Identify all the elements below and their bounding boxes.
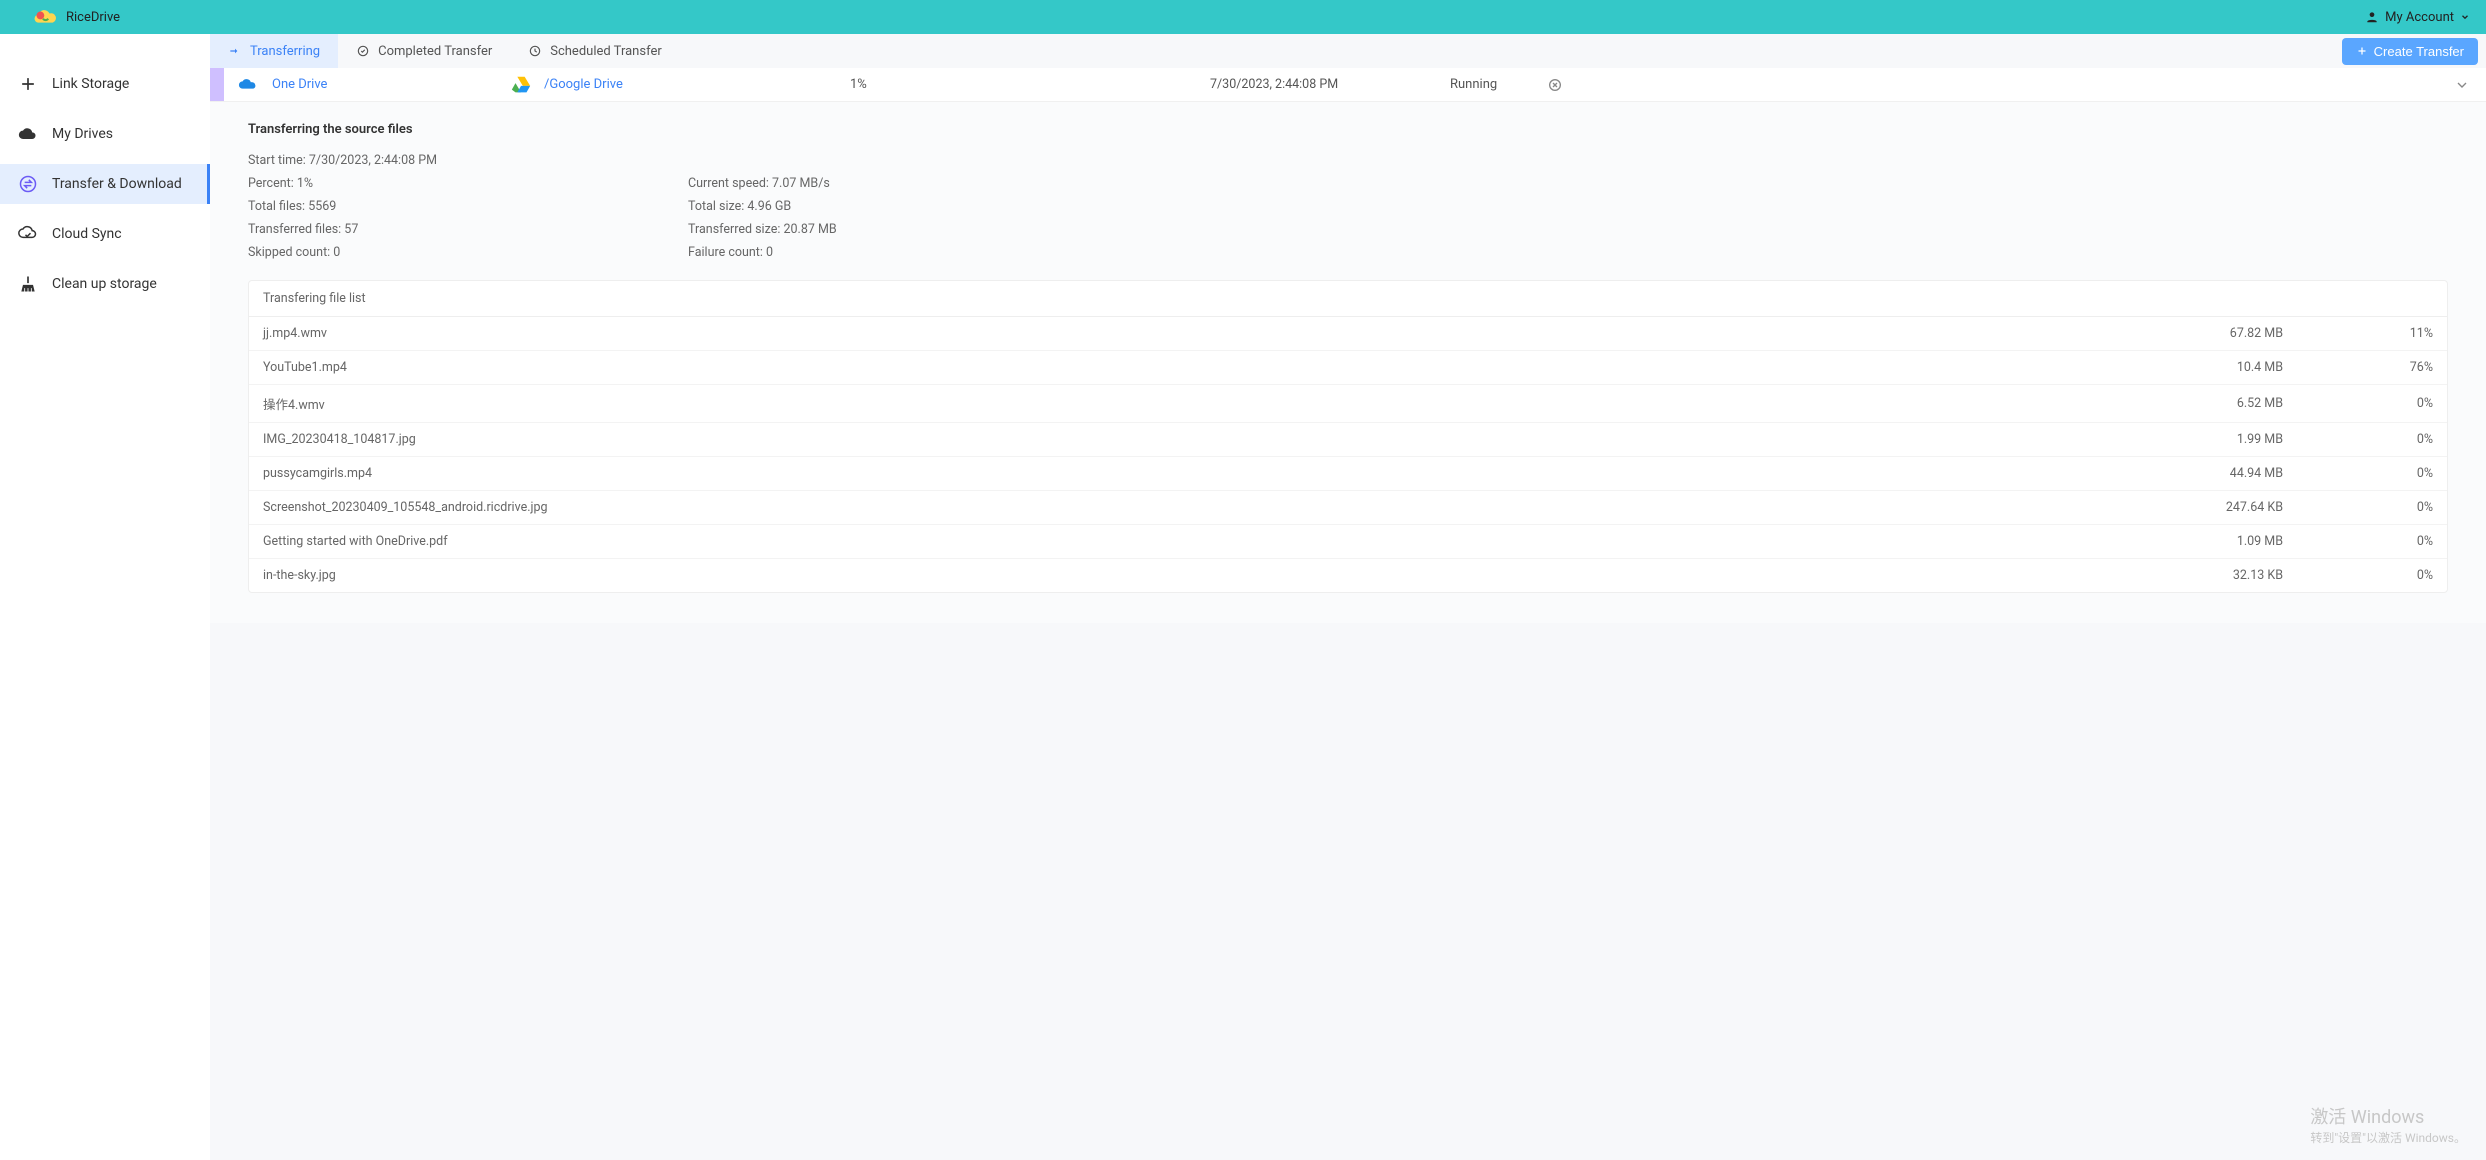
account-label: My Account: [2385, 10, 2454, 25]
file-name: jj.mp4.wmv: [263, 326, 2193, 341]
file-row: IMG_20230418_104817.jpg1.99 MB0%: [249, 423, 2447, 457]
destination-label: /Google Drive: [544, 77, 623, 92]
transfer-time: 7/30/2023, 2:44:08 PM: [1210, 77, 1450, 92]
google-drive-icon: [510, 74, 532, 96]
user-icon: [2365, 10, 2379, 24]
stat-total-size: Total size: 4.96 GB: [688, 199, 2448, 214]
brand: RiceDrive: [30, 7, 120, 27]
file-row: in-the-sky.jpg32.13 KB0%: [249, 559, 2447, 592]
transfer-status: Running: [1450, 77, 1540, 92]
chevron-down-icon: [2454, 77, 2470, 93]
source-label: One Drive: [272, 77, 327, 92]
transfer-percent: 1%: [850, 77, 1210, 92]
cloud-icon: [18, 124, 38, 144]
tab-label: Transferring: [250, 44, 320, 59]
file-row: YouTube1.mp410.4 MB76%: [249, 351, 2447, 385]
sidebar-item-label: Transfer & Download: [52, 176, 182, 192]
file-size: 32.13 KB: [2193, 568, 2363, 583]
sidebar-item-link-storage[interactable]: Link Storage: [0, 64, 210, 104]
file-name: YouTube1.mp4: [263, 360, 2193, 375]
file-percent: 76%: [2363, 360, 2433, 375]
file-name: IMG_20230418_104817.jpg: [263, 432, 2193, 447]
file-size: 6.52 MB: [2193, 396, 2363, 411]
file-name: pussycamgirls.mp4: [263, 466, 2193, 481]
file-name: in-the-sky.jpg: [263, 568, 2193, 583]
file-percent: 0%: [2363, 568, 2433, 583]
sidebar: Link Storage My Drives Transfer & Downlo…: [0, 34, 210, 1160]
file-percent: 0%: [2363, 432, 2433, 447]
transfer-source: One Drive: [210, 74, 510, 96]
file-list: Transfering file list jj.mp4.wmv67.82 MB…: [248, 280, 2448, 593]
clock-icon: [528, 44, 542, 58]
broom-icon: [18, 274, 38, 294]
file-row: Getting started with OneDrive.pdf1.09 MB…: [249, 525, 2447, 559]
file-size: 1.99 MB: [2193, 432, 2363, 447]
chevron-down-icon: [2460, 12, 2470, 22]
transfer-task-row[interactable]: One Drive /Google Drive 1% 7/30/2023, 2:…: [210, 68, 2486, 102]
stat-failure: Failure count: 0: [688, 245, 2448, 260]
file-size: 10.4 MB: [2193, 360, 2363, 375]
file-list-header: Transfering file list: [249, 281, 2447, 317]
file-size: 44.94 MB: [2193, 466, 2363, 481]
arrow-right-icon: [228, 44, 242, 58]
sync-icon: [18, 224, 38, 244]
create-transfer-label: Create Transfer: [2374, 44, 2464, 59]
file-percent: 0%: [2363, 466, 2433, 481]
transfer-icon: [18, 174, 38, 194]
tab-transferring[interactable]: Transferring: [210, 34, 338, 68]
plus-icon: [18, 74, 38, 94]
sidebar-item-cloud-sync[interactable]: Cloud Sync: [0, 214, 210, 254]
create-transfer-button[interactable]: Create Transfer: [2342, 38, 2478, 65]
file-percent: 0%: [2363, 534, 2433, 549]
details-title: Transferring the source files: [248, 122, 2448, 137]
stat-transferred-size: Transferred size: 20.87 MB: [688, 222, 2448, 237]
file-row: pussycamgirls.mp444.94 MB0%: [249, 457, 2447, 491]
topbar: RiceDrive My Account: [0, 0, 2486, 34]
stat-start-time: Start time: 7/30/2023, 2:44:08 PM: [248, 153, 688, 168]
tab-label: Completed Transfer: [378, 44, 492, 59]
tab-scheduled[interactable]: Scheduled Transfer: [510, 34, 680, 68]
stat-transferred-files: Transferred files: 57: [248, 222, 688, 237]
stat-speed: Current speed: 7.07 MB/s: [688, 176, 2448, 191]
file-percent: 11%: [2363, 326, 2433, 341]
account-menu[interactable]: My Account: [2365, 10, 2470, 25]
file-size: 1.09 MB: [2193, 534, 2363, 549]
cancel-circle-icon: [1547, 77, 1563, 93]
cancel-button[interactable]: [1540, 77, 1570, 93]
sidebar-item-cleanup[interactable]: Clean up storage: [0, 264, 210, 304]
file-row: jj.mp4.wmv67.82 MB11%: [249, 317, 2447, 351]
sidebar-item-label: My Drives: [52, 126, 113, 142]
plus-icon: [2356, 45, 2368, 57]
file-percent: 0%: [2363, 500, 2433, 515]
transfer-details: Transferring the source files Start time…: [210, 102, 2486, 623]
stat-total-files: Total files: 5569: [248, 199, 688, 214]
sidebar-item-label: Clean up storage: [52, 276, 157, 292]
file-size: 247.64 KB: [2193, 500, 2363, 515]
main-content: Transferring Completed Transfer Schedule…: [210, 34, 2486, 1160]
tab-completed[interactable]: Completed Transfer: [338, 34, 510, 68]
onedrive-icon: [238, 74, 260, 96]
brand-logo-icon: [30, 7, 56, 27]
file-row: 操作4.wmv6.52 MB0%: [249, 385, 2447, 423]
transfer-destination: /Google Drive: [510, 74, 850, 96]
stat-percent: Percent: 1%: [248, 176, 688, 191]
sidebar-item-label: Link Storage: [52, 76, 129, 92]
stats-grid: Start time: 7/30/2023, 2:44:08 PM Percen…: [248, 153, 2448, 260]
tabbar: Transferring Completed Transfer Schedule…: [210, 34, 2486, 68]
file-percent: 0%: [2363, 396, 2433, 411]
expand-toggle[interactable]: [1570, 77, 2486, 93]
brand-name: RiceDrive: [66, 10, 120, 25]
file-size: 67.82 MB: [2193, 326, 2363, 341]
file-row: Screenshot_20230409_105548_android.ricdr…: [249, 491, 2447, 525]
file-name: Getting started with OneDrive.pdf: [263, 534, 2193, 549]
file-name: 操作4.wmv: [263, 394, 2193, 413]
sidebar-item-label: Cloud Sync: [52, 226, 122, 242]
tab-label: Scheduled Transfer: [550, 44, 662, 59]
check-circle-icon: [356, 44, 370, 58]
sidebar-item-my-drives[interactable]: My Drives: [0, 114, 210, 154]
sidebar-item-transfer-download[interactable]: Transfer & Download: [0, 164, 210, 204]
file-name: Screenshot_20230409_105548_android.ricdr…: [263, 500, 2193, 515]
stat-skipped: Skipped count: 0: [248, 245, 688, 260]
